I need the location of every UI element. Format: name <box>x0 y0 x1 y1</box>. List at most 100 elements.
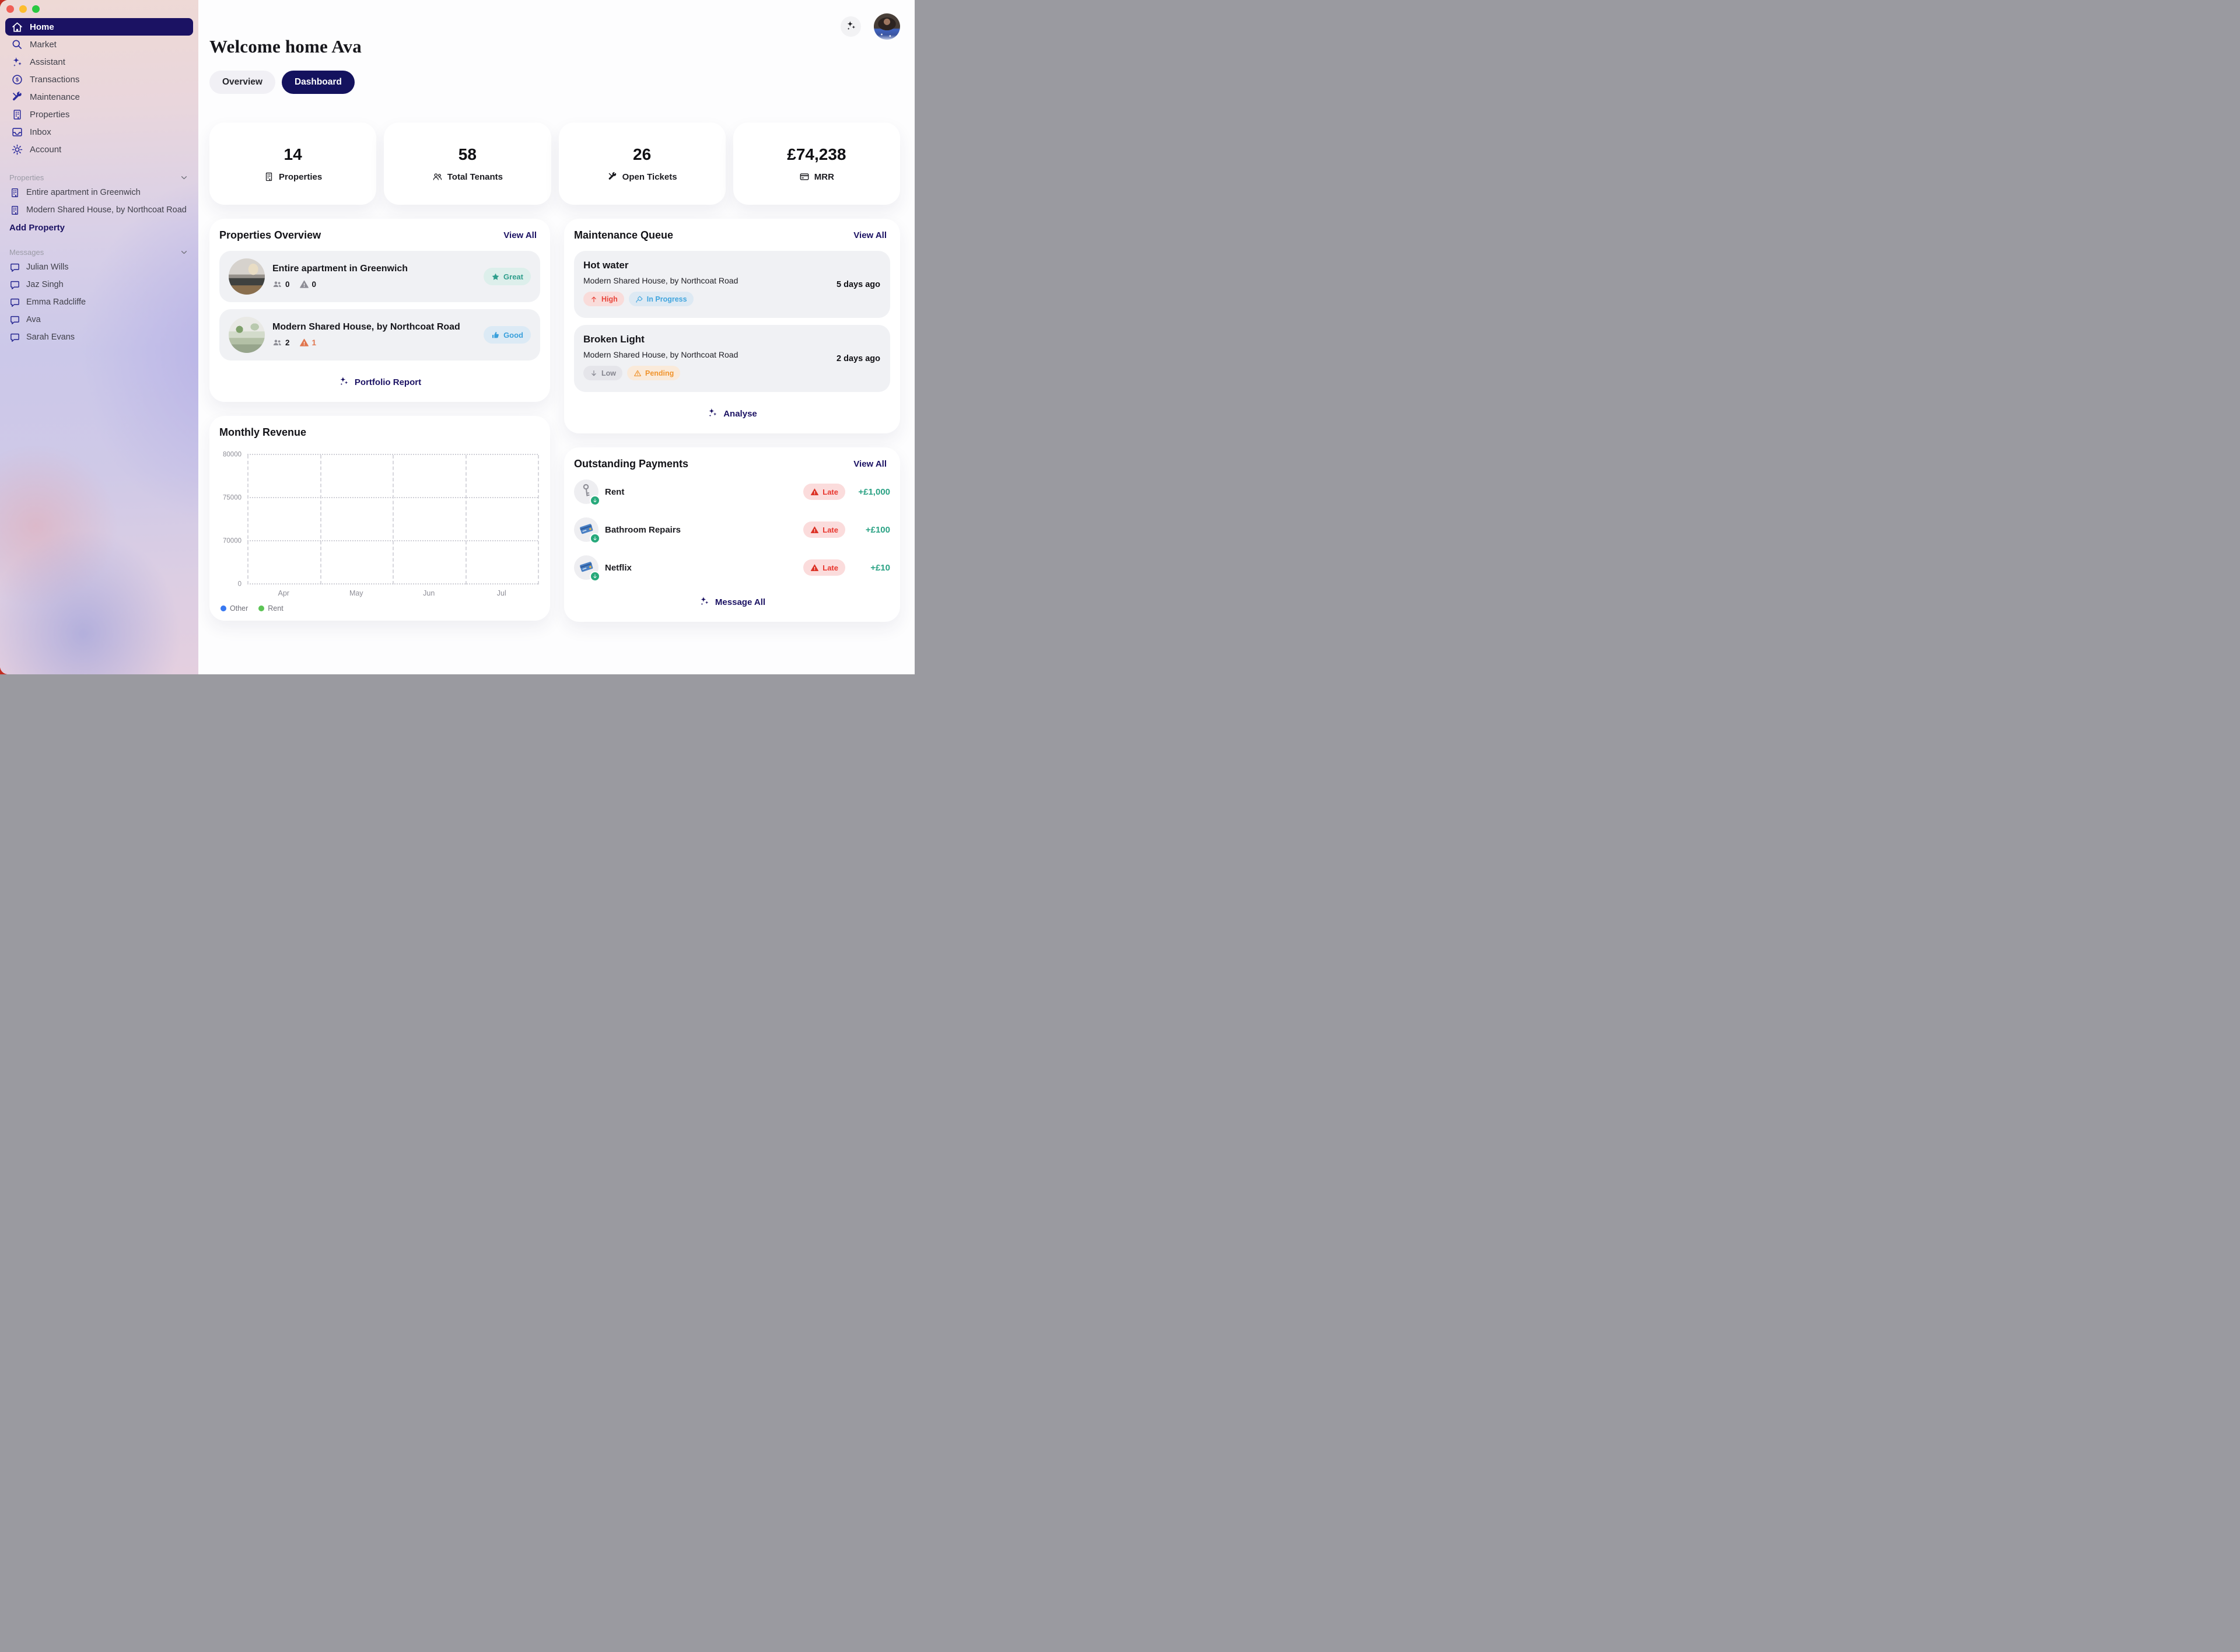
sidebar-nav: Home Market Assistant Transactions Maint… <box>0 18 198 158</box>
legend-item: Other <box>220 604 248 612</box>
user-avatar[interactable] <box>874 13 900 40</box>
sparkles-icon <box>699 596 710 609</box>
view-all-properties-link[interactable]: View All <box>500 230 540 241</box>
incoming-payment-icon <box>590 495 600 506</box>
revenue-legend: Other Rent <box>219 604 540 612</box>
arrow-up-icon <box>590 295 598 303</box>
warning-icon <box>299 279 309 289</box>
ticket-title: Broken Light <box>583 334 881 345</box>
section-label: Properties <box>9 173 44 182</box>
desktop: Home Market Assistant Transactions Maint… <box>0 0 915 674</box>
sidebar-message-item[interactable]: Emma Radcliffe <box>0 293 198 311</box>
sidebar-message-item[interactable]: Sarah Evans <box>0 328 198 346</box>
property-label: Entire apartment in Greenwich <box>26 188 141 197</box>
stat-value: £74,238 <box>787 145 846 164</box>
people-icon <box>272 279 282 289</box>
section-label: Messages <box>9 248 44 257</box>
sidebar-item-maintenance[interactable]: Maintenance <box>5 88 193 106</box>
analyse-button[interactable]: Analyse <box>574 399 890 425</box>
sidebar-item-assistant[interactable]: Assistant <box>5 53 193 71</box>
close-window-button[interactable] <box>6 5 14 13</box>
message-contact: Julian Wills <box>26 262 69 272</box>
view-tabs: Overview Dashboard <box>209 71 900 94</box>
legend-item: Rent <box>258 604 283 612</box>
sidebar-item-transactions[interactable]: Transactions <box>5 71 193 88</box>
tools-icon <box>11 91 23 103</box>
y-tick-label: 70000 <box>223 537 242 544</box>
portfolio-report-button[interactable]: Portfolio Report <box>219 368 540 394</box>
priority-chip: High <box>583 292 624 306</box>
minimize-window-button[interactable] <box>19 5 27 13</box>
main-content: Welcome home Ava Overview Dashboard 14 P… <box>198 0 915 674</box>
stat-label: Open Tickets <box>622 172 677 182</box>
star-icon <box>491 272 500 281</box>
stat-value: 14 <box>284 145 302 164</box>
search-icon <box>11 38 23 51</box>
maintenance-item[interactable]: Hot water Modern Shared House, by Northc… <box>574 251 890 318</box>
building-icon <box>11 108 23 121</box>
ticket-age: 5 days ago <box>836 280 880 289</box>
payment-row[interactable]: Netflix Late +£10 <box>574 555 890 580</box>
add-property-button[interactable]: Add Property <box>0 219 198 233</box>
stat-value: 58 <box>459 145 477 164</box>
sidebar-item-properties[interactable]: Properties <box>5 106 193 123</box>
payment-row[interactable]: Rent Late +£1,000 <box>574 480 890 504</box>
status-chip: Pending <box>627 366 680 380</box>
sidebar-property-item[interactable]: Entire apartment in Greenwich <box>0 184 198 201</box>
x-tick-label: Jun <box>393 589 466 597</box>
sidebar-item-inbox[interactable]: Inbox <box>5 123 193 141</box>
payment-label: Rent <box>605 487 797 497</box>
sparkles-icon <box>845 20 857 33</box>
message-contact: Emma Radcliffe <box>26 298 86 307</box>
status-badge: Great <box>484 268 531 285</box>
y-tick-label: 80000 <box>223 451 242 458</box>
x-tick-label: Jul <box>466 589 538 597</box>
late-badge: Late <box>803 559 845 576</box>
chat-bubble-icon <box>9 314 20 326</box>
status-chip: In Progress <box>629 292 694 306</box>
chat-bubble-icon <box>9 332 20 343</box>
sidebar-item-account[interactable]: Account <box>5 141 193 158</box>
sidebar-item-label: Transactions <box>30 75 79 85</box>
zoom-window-button[interactable] <box>32 5 40 13</box>
tab-overview[interactable]: Overview <box>209 71 275 94</box>
message-contact: Jaz Singh <box>26 280 64 289</box>
chevron-down-icon[interactable] <box>179 173 189 183</box>
ai-assistant-button[interactable] <box>841 16 861 37</box>
sidebar-item-home[interactable]: Home <box>5 18 193 36</box>
chevron-down-icon[interactable] <box>179 247 189 257</box>
property-photo <box>229 317 265 353</box>
warning-icon <box>299 338 309 348</box>
sidebar-property-item[interactable]: Modern Shared House, by Northcoat Road <box>0 201 198 219</box>
payment-amount: +£1,000 <box>852 487 890 497</box>
y-tick-label: 75000 <box>223 494 242 501</box>
view-all-maintenance-link[interactable]: View All <box>850 230 890 241</box>
messages-section-header: Messages <box>0 246 198 258</box>
sidebar-item-label: Assistant <box>30 57 65 67</box>
property-photo <box>229 258 265 295</box>
property-name: Entire apartment in Greenwich <box>272 264 476 274</box>
credit-card-icon <box>799 172 810 182</box>
stat-label: Properties <box>279 172 322 182</box>
sidebar-item-market[interactable]: Market <box>5 36 193 53</box>
tab-dashboard[interactable]: Dashboard <box>282 71 355 94</box>
tenant-count: 0 <box>272 279 290 289</box>
sidebar-message-item[interactable]: Jaz Singh <box>0 276 198 293</box>
x-tick-label: Apr <box>247 589 320 597</box>
thumbs-up-icon <box>491 331 500 340</box>
maintenance-item[interactable]: Broken Light Modern Shared House, by Nor… <box>574 325 890 392</box>
sidebar-item-label: Maintenance <box>30 92 80 102</box>
payment-row[interactable]: Bathroom Repairs Late +£100 <box>574 517 890 542</box>
message-all-button[interactable]: Message All <box>574 593 890 614</box>
sidebar-message-item[interactable]: Julian Wills <box>0 258 198 276</box>
property-row[interactable]: Modern Shared House, by Northcoat Road 2… <box>219 309 540 360</box>
sidebar-message-item[interactable]: Ava <box>0 311 198 328</box>
property-row[interactable]: Entire apartment in Greenwich 0 0 <box>219 251 540 302</box>
ticket-age: 2 days ago <box>836 354 880 363</box>
building-icon <box>9 205 20 216</box>
paintbrush-icon <box>635 295 643 303</box>
view-all-payments-link[interactable]: View All <box>850 459 890 470</box>
stat-label: MRR <box>814 172 834 182</box>
stat-card-tenants: 58 Total Tenants <box>384 123 551 205</box>
sidebar-item-label: Properties <box>30 110 69 120</box>
